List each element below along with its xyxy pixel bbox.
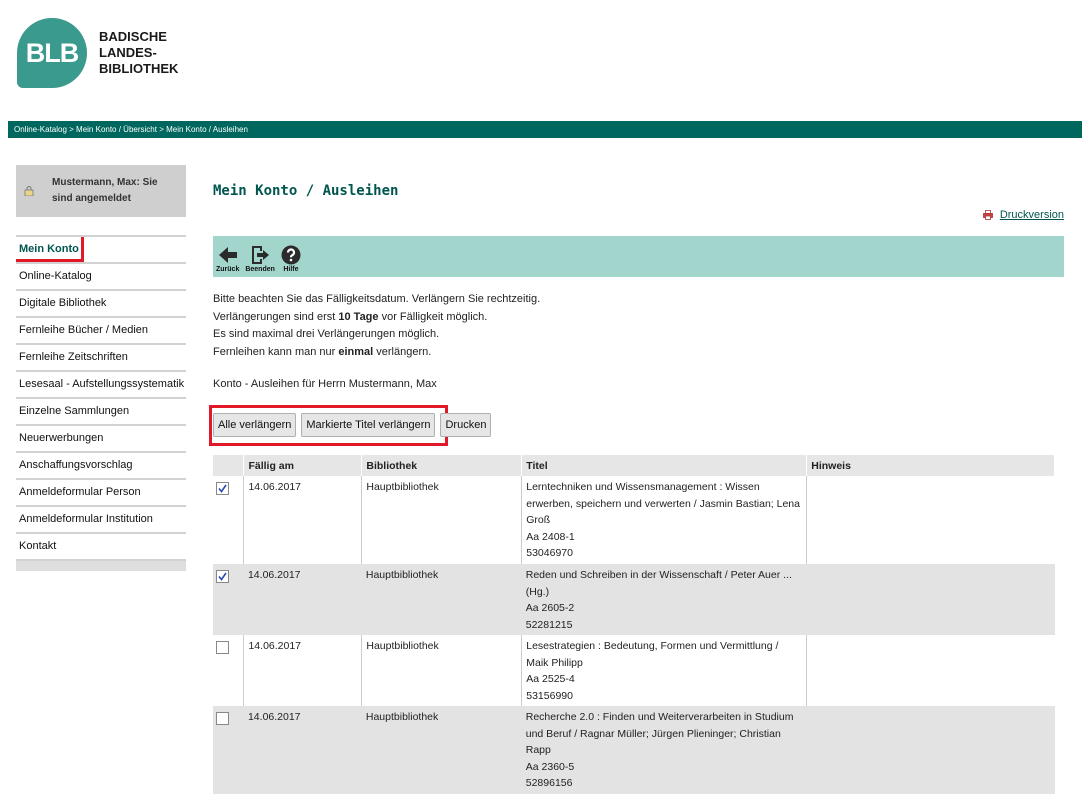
help-button[interactable]: Hilfe xyxy=(278,236,304,277)
due-date-cell: 14.06.2017 xyxy=(243,635,362,706)
checkmark-icon xyxy=(218,484,227,493)
renew-marked-button[interactable]: Markierte Titel verlängern xyxy=(301,413,436,437)
toolbar: Zurück Beenden Hilfe xyxy=(213,236,1064,277)
note-cell xyxy=(806,564,1055,635)
due-date-cell: 14.06.2017 xyxy=(243,706,362,794)
exit-icon xyxy=(252,246,270,264)
library-logo[interactable]: BLB BADISCHE LANDES- BIBLIOTHEK xyxy=(17,18,209,88)
row-checkbox[interactable] xyxy=(216,641,229,654)
breadcrumb-bar: Online-Katalog > Mein Konto / Übersicht … xyxy=(8,121,1082,138)
sidebar-item-online-katalog[interactable]: Online-Katalog xyxy=(16,264,186,291)
renewal-notes: Bitte beachten Sie das Fälligkeitsdatum.… xyxy=(213,291,540,361)
print-version-label: Druckversion xyxy=(999,209,1064,221)
user-status-text: Mustermann, Max: Sie sind angemeldet xyxy=(52,177,158,204)
back-button[interactable]: Zurück xyxy=(213,236,242,277)
arrow-left-icon xyxy=(218,247,237,263)
user-status-box: Mustermann, Max: Sie sind angemeldet xyxy=(16,165,186,217)
row-select-cell xyxy=(213,635,244,706)
sidebar-item-anmeldeformular-person[interactable]: Anmeldeformular Person xyxy=(16,480,186,507)
sidebar-item-mein-konto[interactable]: Mein Konto xyxy=(16,237,186,264)
library-cell: Hauptbibliothek xyxy=(361,564,522,635)
sidebar-item-fernleihe-zeitschriften[interactable]: Fernleihe Zeitschriften xyxy=(16,345,186,372)
table-row: 14.06.2017 Hauptbibliothek Lerntechniken… xyxy=(213,476,1055,564)
printer-icon xyxy=(982,210,993,220)
col-header-library[interactable]: Bibliothek xyxy=(361,455,523,476)
print-button[interactable]: Drucken xyxy=(440,413,492,437)
sidebar-item-digitale-bibliothek[interactable]: Digitale Bibliothek xyxy=(16,291,186,318)
row-select-cell xyxy=(213,476,244,564)
page-title: Mein Konto / Ausleihen xyxy=(213,183,399,199)
note-line-2: Verlängerungen sind erst 10 Tage vor Fäl… xyxy=(213,310,488,323)
col-header-due[interactable]: Fällig am xyxy=(243,455,363,476)
note-line-1: Bitte beachten Sie das Fälligkeitsdatum.… xyxy=(213,293,541,305)
account-label: Konto - Ausleihen für Herrn Mustermann, … xyxy=(213,378,437,390)
sidebar-menu: Mein Konto Online-Katalog Digitale Bibli… xyxy=(16,235,186,571)
table-header-row: Fällig am Bibliothek Titel Hinweis xyxy=(213,455,1055,476)
row-select-cell xyxy=(213,564,244,635)
logo-badge: BLB xyxy=(17,18,87,88)
sidebar-item-einzelne-sammlungen[interactable]: Einzelne Sammlungen xyxy=(16,399,186,426)
note-line-3: Es sind maximal drei Verlängerungen mögl… xyxy=(213,328,440,340)
library-cell: Hauptbibliothek xyxy=(361,476,522,564)
back-label: Zurück xyxy=(216,266,240,273)
sidebar-item-anmeldeformular-institution[interactable]: Anmeldeformular Institution xyxy=(16,507,186,534)
title-cell: Reden und Schreiben in der Wissenschaft … xyxy=(521,564,807,635)
exit-button[interactable]: Beenden xyxy=(242,236,278,277)
exit-label: Beenden xyxy=(245,266,275,273)
note-cell xyxy=(806,706,1055,794)
sidebar-item-kontakt[interactable]: Kontakt xyxy=(16,534,186,561)
row-checkbox[interactable] xyxy=(216,712,229,725)
print-version-link[interactable]: Druckversion xyxy=(982,209,1064,221)
sidebar-item-neuerwerbungen[interactable]: Neuerwerbungen xyxy=(16,426,186,453)
table-row: 14.06.2017 Hauptbibliothek Reden und Sch… xyxy=(213,564,1055,635)
col-header-title[interactable]: Titel xyxy=(521,455,808,476)
loans-table: Fällig am Bibliothek Titel Hinweis 14.06… xyxy=(213,455,1055,794)
table-row: 14.06.2017 Hauptbibliothek Lesestrategie… xyxy=(213,635,1055,706)
checkmark-icon xyxy=(218,572,227,581)
help-icon xyxy=(281,245,301,265)
action-buttons: Alle verlängern Markierte Titel verlänge… xyxy=(213,413,496,437)
note-line-4: Fernleihen kann man nur einmal verlänger… xyxy=(213,345,432,358)
breadcrumb[interactable]: Online-Katalog > Mein Konto / Übersicht … xyxy=(8,121,1082,138)
table-row: 14.06.2017 Hauptbibliothek Recherche 2.0… xyxy=(213,706,1055,794)
sidebar-item-anschaffungsvorschlag[interactable]: Anschaffungsvorschlag xyxy=(16,453,186,480)
sidebar-item-lesesaal[interactable]: Lesesaal - Aufstellungssystematik xyxy=(16,372,186,399)
note-cell xyxy=(806,476,1055,564)
row-checkbox[interactable] xyxy=(216,482,229,495)
logo-wordmark: BADISCHE LANDES- BIBLIOTHEK xyxy=(99,29,179,76)
due-date-cell: 14.06.2017 xyxy=(243,476,362,564)
row-select-cell xyxy=(213,706,244,794)
help-label: Hilfe xyxy=(283,266,299,273)
col-header-note[interactable]: Hinweis xyxy=(806,455,1055,476)
library-cell: Hauptbibliothek xyxy=(361,635,522,706)
title-cell: Recherche 2.0 : Finden und Weiterverarbe… xyxy=(521,706,807,794)
sidebar-menu-footer xyxy=(16,561,186,571)
library-cell: Hauptbibliothek xyxy=(361,706,522,794)
col-header-select xyxy=(213,455,245,476)
sidebar: Mustermann, Max: Sie sind angemeldet Mei… xyxy=(16,165,186,571)
row-checkbox[interactable] xyxy=(216,570,229,583)
lock-icon xyxy=(24,186,34,196)
renew-all-button[interactable]: Alle verlängern xyxy=(213,413,297,437)
due-date-cell: 14.06.2017 xyxy=(243,564,362,635)
title-cell: Lerntechniken und Wissensmanagement : Wi… xyxy=(521,476,807,564)
note-cell xyxy=(806,635,1055,706)
title-cell: Lesestrategien : Bedeutung, Formen und V… xyxy=(521,635,807,706)
sidebar-item-fernleihe-buecher[interactable]: Fernleihe Bücher / Medien xyxy=(16,318,186,345)
